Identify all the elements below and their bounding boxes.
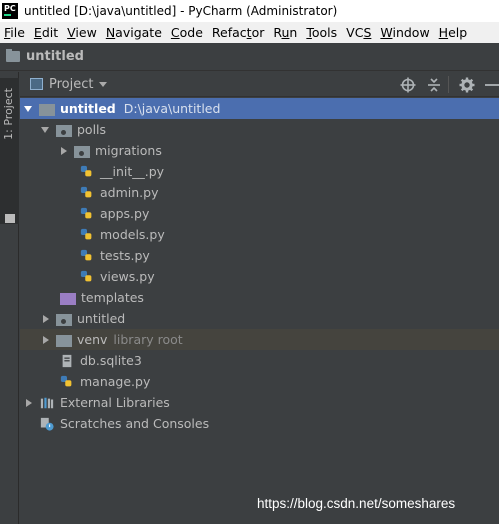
tree-node-label: manage.py xyxy=(80,374,151,389)
folder-icon xyxy=(39,103,55,116)
project-tool-tab[interactable]: 1: Project xyxy=(0,78,19,224)
library-root-hint: library root xyxy=(113,332,183,347)
python-file-icon xyxy=(80,270,92,281)
library-icon xyxy=(40,397,54,408)
watermark-text: https://blog.csdn.net/someshares xyxy=(257,496,456,511)
package-folder-icon xyxy=(56,124,72,137)
window-title: untitled [D:\java\untitled] - PyCharm (A… xyxy=(24,4,338,18)
collapsed-arrow-icon[interactable] xyxy=(41,314,51,324)
hide-panel-icon[interactable] xyxy=(483,77,499,93)
tree-node-file[interactable]: views.py xyxy=(20,266,499,287)
tree-node-templates[interactable]: templates xyxy=(20,287,499,308)
python-file-icon xyxy=(80,186,92,197)
tree-node-label: untitled xyxy=(60,101,116,116)
breadcrumb-project[interactable]: untitled xyxy=(26,49,84,64)
menu-bar: File Edit View Navigate Code Refactor Ru… xyxy=(0,22,499,43)
tree-node-label: External Libraries xyxy=(60,395,170,410)
menu-tools[interactable]: Tools xyxy=(302,22,342,43)
project-panel-header: Project xyxy=(20,72,499,97)
tree-node-external-libraries[interactable]: External Libraries xyxy=(20,392,499,413)
menu-refactor[interactable]: Refactor xyxy=(208,22,269,43)
menu-run[interactable]: Run xyxy=(269,22,302,43)
python-file-icon xyxy=(60,375,72,386)
project-tool-tab-label: 1: Project xyxy=(2,88,15,140)
tree-node-path: D:\java\untitled xyxy=(123,101,221,116)
tree-node-label: polls xyxy=(77,122,107,137)
pycharm-logo-icon: PC xyxy=(2,3,18,19)
menu-view[interactable]: View xyxy=(63,22,102,43)
tree-node-file[interactable]: __init__.py xyxy=(20,161,499,182)
tree-node-label: tests.py xyxy=(100,248,150,263)
tree-node-migrations[interactable]: migrations xyxy=(20,140,499,161)
python-file-icon xyxy=(80,249,92,260)
navigation-bar: untitled xyxy=(0,43,499,71)
tree-node-label: apps.py xyxy=(100,206,150,221)
tree-node-label: Scratches and Consoles xyxy=(60,416,210,431)
tree-node-file[interactable]: apps.py xyxy=(20,203,499,224)
python-file-icon xyxy=(80,165,92,176)
project-view-icon xyxy=(30,78,43,90)
tree-node-label: __init__.py xyxy=(100,164,165,179)
tree-node-file[interactable]: models.py xyxy=(20,224,499,245)
package-folder-icon xyxy=(56,313,72,326)
folder-icon xyxy=(5,214,15,223)
collapse-all-icon[interactable] xyxy=(426,77,442,93)
collapsed-arrow-icon[interactable] xyxy=(59,146,69,156)
menu-vcs[interactable]: VCS xyxy=(342,22,376,43)
tree-node-untitled[interactable]: untitled xyxy=(20,308,499,329)
templates-folder-icon xyxy=(60,292,76,305)
python-file-icon xyxy=(80,207,92,218)
menu-window[interactable]: Window xyxy=(376,22,434,43)
tree-node-label: templates xyxy=(81,290,144,305)
chevron-down-icon[interactable] xyxy=(99,81,108,87)
tree-node-label: views.py xyxy=(100,269,155,284)
package-folder-icon xyxy=(74,145,90,158)
left-tool-strip: 1: Project xyxy=(0,72,19,524)
tree-node-label: db.sqlite3 xyxy=(80,353,142,368)
library-folder-icon xyxy=(56,334,72,347)
expand-arrow-icon[interactable] xyxy=(41,125,51,135)
gear-icon[interactable] xyxy=(459,77,475,93)
header-divider xyxy=(448,76,449,93)
tree-node-label: venv xyxy=(77,332,108,347)
database-file-icon xyxy=(62,354,72,367)
title-bar: PC untitled [D:\java\untitled] - PyCharm… xyxy=(0,0,499,22)
menu-help[interactable]: Help xyxy=(435,22,473,43)
tree-node-root[interactable]: untitled D:\java\untitled xyxy=(20,98,499,119)
tree-node-label: migrations xyxy=(95,143,162,158)
collapsed-arrow-icon[interactable] xyxy=(24,398,34,408)
tree-node-venv[interactable]: venv library root xyxy=(20,329,499,350)
tree-node-db[interactable]: db.sqlite3 xyxy=(20,350,499,371)
tree-node-file[interactable]: tests.py xyxy=(20,245,499,266)
tree-node-label: admin.py xyxy=(100,185,159,200)
project-view-selector[interactable]: Project xyxy=(49,77,93,92)
tree-node-manage[interactable]: manage.py xyxy=(20,371,499,392)
tree-node-file[interactable]: admin.py xyxy=(20,182,499,203)
folder-icon xyxy=(6,49,20,62)
menu-edit[interactable]: Edit xyxy=(30,22,63,43)
tree-node-polls[interactable]: polls xyxy=(20,119,499,140)
tree-node-label: untitled xyxy=(77,311,126,326)
menu-code[interactable]: Code xyxy=(167,22,208,43)
scratches-icon xyxy=(40,417,54,431)
project-panel: Project untitled D:\java\untitled polls … xyxy=(20,72,499,524)
collapsed-arrow-icon[interactable] xyxy=(41,335,51,345)
tree-node-label: models.py xyxy=(100,227,165,242)
expand-arrow-icon[interactable] xyxy=(24,104,34,114)
menu-navigate[interactable]: Navigate xyxy=(102,22,167,43)
menu-file[interactable]: File xyxy=(0,22,30,43)
crosshair-icon[interactable] xyxy=(400,77,416,93)
python-file-icon xyxy=(80,228,92,239)
tree-node-scratches[interactable]: Scratches and Consoles xyxy=(20,413,499,434)
